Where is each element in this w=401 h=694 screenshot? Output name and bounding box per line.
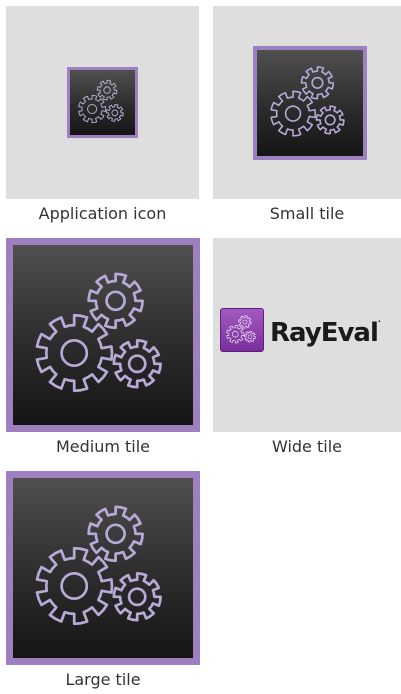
gear-outline: [35, 313, 114, 393]
gear-hole: [60, 572, 89, 600]
gear-outline: [87, 505, 144, 563]
medium-tile: [6, 238, 200, 432]
small-tile: [253, 46, 367, 160]
application-icon-caption: Application icon: [38, 204, 167, 223]
gear-outline: [238, 315, 252, 329]
gear-outline: [87, 272, 144, 330]
application-icon-cell: [6, 6, 199, 199]
gear-hole: [284, 105, 302, 122]
gear-outline: [300, 66, 335, 100]
small-tile-caption: Small tile: [269, 204, 345, 223]
gear-hole: [105, 290, 126, 312]
small-tile-cell: [213, 6, 401, 199]
gear-outline: [96, 79, 118, 101]
gear-hole: [127, 354, 147, 374]
gears-icon: [35, 272, 162, 393]
gear-hole: [111, 109, 119, 117]
gear-hole: [127, 587, 147, 607]
large-tile: [6, 471, 200, 665]
gear-outline: [78, 94, 107, 124]
wide-tile-brand: RayEval·: [270, 317, 381, 348]
gear-hole: [87, 103, 98, 115]
rayeval-logo-icon: [220, 308, 264, 352]
gear-outline: [315, 105, 345, 135]
application-icon-tile: [67, 67, 138, 138]
gear-hole: [103, 86, 111, 94]
gears-icon: [226, 315, 256, 344]
gears-icon: [78, 79, 124, 124]
gear-outline: [105, 103, 124, 122]
gear-outline: [35, 546, 114, 626]
gear-hole: [311, 76, 324, 89]
gear-outline: [112, 339, 162, 389]
medium-tile-caption: Medium tile: [55, 437, 151, 456]
gears-icon: [270, 66, 345, 137]
gear-hole: [60, 339, 89, 367]
gear-hole: [247, 334, 253, 339]
gears-icon: [35, 505, 162, 626]
gear-hole: [242, 319, 248, 325]
gear-hole: [324, 114, 336, 126]
large-tile-caption: Large tile: [65, 670, 141, 689]
gear-outline: [270, 90, 317, 137]
gear-outline: [112, 572, 162, 622]
wide-tile-caption: Wide tile: [271, 437, 342, 456]
gear-hole: [105, 523, 126, 545]
gear-outline: [244, 330, 256, 343]
gear-outline: [226, 325, 245, 344]
brand-name: RayEval: [270, 318, 379, 348]
brand-trademark: ·: [377, 317, 381, 326]
gear-hole: [232, 330, 239, 338]
